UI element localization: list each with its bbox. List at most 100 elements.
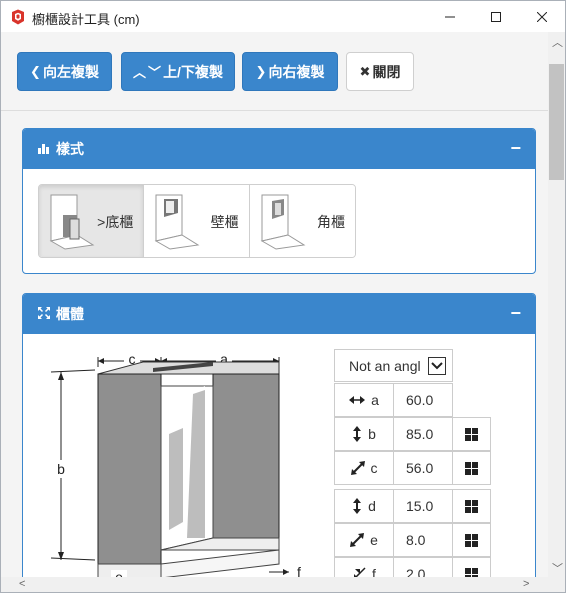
style-option-base-cabinet[interactable]: >底櫃 (39, 185, 145, 257)
title-bar[interactable]: 櫥櫃設計工具 (cm) (1, 1, 565, 32)
style-option-corner-cabinet[interactable]: 角櫃 (249, 185, 355, 257)
vertical-arrows-icon (353, 426, 362, 442)
style-options: >底櫃 壁櫃 角櫃 (38, 184, 356, 258)
dim-input-d[interactable]: 15.0 (394, 489, 453, 523)
dim-input-f[interactable]: 2.0 (394, 557, 453, 577)
scroll-up-icon[interactable]: ︿ (552, 34, 563, 50)
dim-row-b: b 85.0 (334, 417, 491, 451)
grid-button-e[interactable] (453, 523, 491, 557)
grid-button-f[interactable] (453, 557, 491, 577)
scrollbar-corner (548, 577, 565, 592)
diagram-label-b: b (57, 461, 65, 477)
collapse-icon[interactable]: − (510, 139, 521, 157)
copy-updown-button[interactable]: ︿ ﹀ 上/下複製 (121, 52, 235, 91)
dim-name: a (371, 392, 379, 408)
grid-button-b[interactable] (453, 417, 491, 451)
cabinet-diagram: c a b e f (50, 351, 301, 577)
dim-input-a[interactable]: 60.0 (394, 383, 453, 417)
grid-button-c[interactable] (453, 451, 491, 485)
chevron-left-icon: ❮ (30, 63, 41, 79)
style-option-label: 壁櫃 (210, 214, 239, 230)
horizontal-scrollbar[interactable]: < > (1, 577, 548, 592)
tool-window: 櫥櫃設計工具 (cm) ❮向左複製 ︿﹀上/下複製 ❯向右複製 ✖關閉 (0, 0, 566, 593)
copy-right-button[interactable]: ❯ 向右複製 (242, 52, 338, 91)
dim-input-e[interactable]: 8.0 (394, 523, 453, 557)
grid-icon (465, 567, 478, 577)
wall-cabinet-icon (154, 194, 200, 250)
style-option-label: 角櫃 (316, 214, 345, 230)
collapse-icon[interactable]: − (510, 304, 521, 322)
scroll-thumb[interactable] (549, 64, 564, 180)
grid-icon (465, 461, 478, 475)
body-panel: 櫃體 − c a b e f Not an angl a 60.0 b 85.0… (22, 293, 536, 577)
close-window-button[interactable] (519, 1, 565, 32)
dim-label-c: c (334, 451, 394, 485)
close-x-icon: ✖ (359, 63, 371, 79)
style-panel: 樣式 − >底櫃 壁櫃 角櫃 (22, 128, 536, 274)
minimize-icon (445, 16, 455, 17)
dim-row-d: d 15.0 (334, 489, 491, 523)
diagram-label-e: e (115, 569, 123, 577)
scroll-right-icon[interactable]: > (523, 578, 529, 590)
scroll-left-icon[interactable]: < (19, 578, 25, 590)
dim-name: b (368, 426, 376, 442)
dim-row-c: c 56.0 (334, 451, 491, 485)
grid-icon (465, 427, 478, 441)
dim-label-f: f (334, 557, 394, 577)
dim-row-a: a 60.0 (334, 383, 453, 417)
scroll-down-icon[interactable]: ﹀ (552, 560, 563, 576)
chevron-up-icon: ︿ (133, 65, 147, 80)
vertical-arrows-icon (353, 498, 362, 514)
base-cabinet-icon (49, 194, 95, 250)
copy-left-label: 向左複製 (42, 63, 99, 80)
body-panel-title: 櫃體 (56, 306, 84, 322)
toolbar: ❮ 向左複製 ︿ ﹀ 上/下複製 ❯ 向右複製 ✖ 關閉 (1, 32, 548, 111)
style-panel-title: 樣式 (56, 141, 84, 157)
dim-row-e: e 8.0 (334, 523, 491, 557)
vertical-scrollbar[interactable]: ︿ ﹀ (548, 32, 565, 577)
style-option-wall-cabinet[interactable]: 壁櫃 (144, 185, 250, 257)
dim-label-e: e (334, 523, 394, 557)
dim-label-a: a (334, 383, 394, 417)
angle-select[interactable]: Not an angl (334, 349, 453, 382)
minimize-button[interactable] (427, 1, 473, 32)
main-content: ❮ 向左複製 ︿ ﹀ 上/下複製 ❯ 向右複製 ✖ 關閉 樣式 − >底櫃 壁櫃… (1, 32, 548, 577)
grid-icon (465, 533, 478, 547)
horizontal-arrows-icon (349, 396, 366, 404)
expand-icon (38, 306, 50, 322)
diagonal-arrows-icon (350, 461, 365, 475)
grid-icon (465, 499, 478, 513)
close-icon (537, 11, 547, 22)
dim-label-d: d (334, 489, 394, 523)
copy-right-label: 向右複製 (268, 63, 325, 80)
chevron-down-icon: ﹀ (148, 65, 162, 80)
style-panel-header[interactable]: 樣式 − (23, 129, 535, 169)
corner-cabinet-icon (260, 194, 306, 250)
window-title: 櫥櫃設計工具 (cm) (32, 12, 140, 27)
sketchup-logo-icon (12, 9, 24, 25)
close-label: 關閉 (372, 63, 401, 80)
dim-name: c (370, 460, 378, 476)
dim-label-b: b (334, 417, 394, 451)
bar-chart-icon (38, 141, 50, 157)
copy-updown-label: 上/下複製 (163, 63, 223, 80)
dim-input-c[interactable]: 56.0 (394, 451, 453, 485)
grid-button-d[interactable] (453, 489, 491, 523)
chevron-right-icon: ❯ (255, 63, 267, 79)
style-option-label: >底櫃 (97, 214, 134, 230)
diagonal-arrows-icon (350, 533, 365, 547)
dim-name: f (372, 566, 376, 577)
maximize-button[interactable] (473, 1, 519, 32)
angle-select-value: Not an angl (349, 357, 421, 374)
copy-left-button[interactable]: ❮ 向左複製 (17, 52, 112, 91)
maximize-icon (491, 11, 501, 22)
diagram-label-f: f (297, 564, 301, 577)
body-panel-header[interactable]: 櫃體 − (23, 294, 535, 334)
dim-name: e (370, 532, 378, 548)
compress-arrows-icon (354, 567, 366, 577)
close-button[interactable]: ✖ 關閉 (346, 52, 414, 91)
dim-name: d (368, 498, 376, 514)
dim-input-b[interactable]: 85.0 (394, 417, 453, 451)
dim-row-f: f 2.0 (334, 557, 491, 577)
chevron-down-icon (428, 357, 446, 375)
